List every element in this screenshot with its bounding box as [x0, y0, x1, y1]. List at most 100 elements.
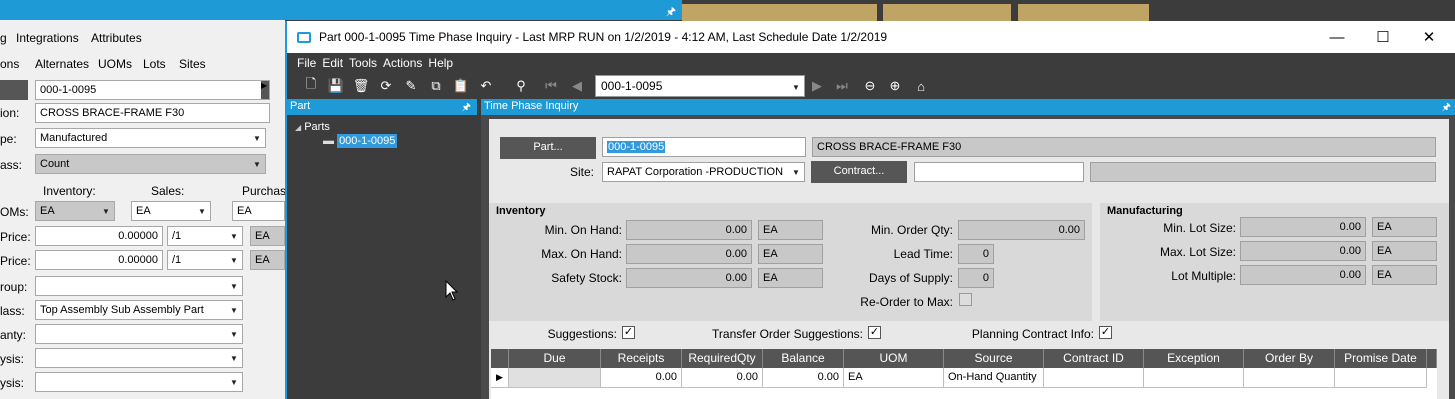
clear-icon[interactable]: ✎: [401, 76, 421, 96]
part-field[interactable]: 000-1-0095 ▶: [35, 80, 270, 100]
column-header[interactable]: Receipts: [601, 349, 682, 368]
class-select[interactable]: Count ▼: [35, 154, 266, 174]
contract-button[interactable]: Contract...: [811, 161, 907, 183]
table-cell[interactable]: 0.00: [682, 368, 763, 388]
first-record-icon[interactable]: ⏮: [541, 76, 561, 96]
copy-icon[interactable]: ⧉: [426, 76, 446, 96]
save-icon[interactable]: 💾: [326, 76, 346, 96]
column-header[interactable]: Due: [509, 349, 601, 368]
site-select[interactable]: RAPAT Corporation -PRODUCTION ▼: [602, 162, 805, 182]
menu-tools[interactable]: Tools: [349, 56, 377, 70]
expand-icon[interactable]: ◢: [295, 123, 301, 132]
back-icon[interactable]: ⊖: [860, 76, 880, 96]
chevron-down-icon[interactable]: ▼: [789, 78, 803, 96]
tab-lots[interactable]: Lots: [143, 57, 166, 71]
analysis-select[interactable]: ▼: [35, 348, 243, 368]
description-field[interactable]: CROSS BRACE-FRAME F30: [35, 103, 270, 123]
contract-input[interactable]: [914, 162, 1084, 182]
menu-help[interactable]: Help: [428, 56, 453, 70]
price-field-2[interactable]: 0.00000: [35, 250, 163, 270]
part-input[interactable]: 000-1-0095: [602, 137, 806, 157]
chevron-down-icon[interactable]: ▼: [250, 155, 264, 173]
column-header[interactable]: Balance: [763, 349, 844, 368]
chevron-down-icon[interactable]: ▼: [789, 163, 803, 181]
undo-icon[interactable]: ↶: [476, 76, 496, 96]
price-per-select-2[interactable]: /1 ▼: [167, 250, 243, 270]
inventory-uom-select[interactable]: EA ▼: [35, 201, 115, 221]
analysis-select-2[interactable]: ▼: [35, 372, 243, 392]
table-cell[interactable]: [1335, 368, 1427, 388]
row-selector-icon[interactable]: ▶: [491, 368, 509, 388]
background-tab[interactable]: [1018, 4, 1149, 22]
chevron-down-icon[interactable]: ▼: [227, 227, 241, 245]
table-cell[interactable]: [1244, 368, 1335, 388]
tab-partial[interactable]: g: [0, 31, 7, 45]
home-icon[interactable]: ⌂: [911, 76, 931, 96]
type-select[interactable]: Manufactured ▼: [35, 128, 266, 148]
chevron-down-icon[interactable]: ▼: [227, 251, 241, 269]
column-header[interactable]: Source: [944, 349, 1044, 368]
tab-uoms[interactable]: UOMs: [98, 57, 132, 71]
tab-partial-2[interactable]: ons: [0, 57, 19, 71]
search-icon[interactable]: ⚲: [511, 76, 531, 96]
pin-icon[interactable]: 🖈: [462, 100, 471, 117]
group-select[interactable]: ▼: [35, 276, 243, 296]
tree-item[interactable]: ▬ 000-1-0095: [323, 134, 469, 148]
planning-contract-checkbox[interactable]: ✓: [1099, 326, 1112, 339]
background-tab[interactable]: [883, 4, 1011, 22]
suggestions-checkbox[interactable]: ✓: [622, 326, 635, 339]
tab-alternates[interactable]: Alternates: [35, 57, 89, 71]
background-tab[interactable]: [682, 4, 877, 22]
tab-integrations[interactable]: Integrations: [16, 31, 79, 45]
chevron-down-icon[interactable]: ▼: [99, 202, 113, 220]
pin-icon[interactable]: 🖈: [666, 3, 676, 22]
close-button[interactable]: ✕: [1406, 21, 1452, 53]
sales-uom-select[interactable]: EA ▼: [131, 201, 211, 221]
part-button[interactable]: [0, 80, 28, 100]
chevron-down-icon[interactable]: ▼: [227, 325, 241, 343]
new-icon[interactable]: 🗋: [301, 76, 321, 96]
table-cell[interactable]: [509, 368, 601, 388]
chevron-down-icon[interactable]: ▼: [227, 373, 241, 391]
table-cell[interactable]: On-Hand Quantity: [944, 368, 1044, 388]
pin-icon[interactable]: 🖈: [1442, 100, 1451, 117]
table-cell[interactable]: [1144, 368, 1244, 388]
chevron-down-icon[interactable]: ▼: [250, 129, 264, 147]
toolbar-part-select[interactable]: 000-1-0095 ▼: [595, 75, 805, 97]
column-header[interactable]: Promise Date: [1335, 349, 1427, 368]
transfer-order-checkbox[interactable]: ✓: [868, 326, 881, 339]
chevron-down-icon[interactable]: ▼: [227, 349, 241, 367]
paste-icon[interactable]: 📋: [451, 76, 471, 96]
quantity-select[interactable]: ▼: [35, 324, 243, 344]
menu-edit[interactable]: Edit: [322, 56, 343, 70]
last-record-icon[interactable]: ⏭: [832, 76, 852, 96]
table-cell[interactable]: 0.00: [601, 368, 682, 388]
menu-file[interactable]: File: [297, 56, 316, 70]
chevron-down-icon[interactable]: ▼: [227, 301, 241, 319]
refresh-icon[interactable]: ⟳: [376, 76, 396, 96]
table-cell[interactable]: EA: [844, 368, 944, 388]
maximize-button[interactable]: ☐: [1360, 21, 1406, 53]
next-record-icon[interactable]: ▶: [807, 76, 827, 96]
table-cell[interactable]: [1044, 368, 1144, 388]
chevron-down-icon[interactable]: ▼: [227, 277, 241, 295]
tab-sites[interactable]: Sites: [179, 57, 206, 71]
play-icon[interactable]: ▶: [261, 81, 269, 99]
part-button[interactable]: Part...: [500, 137, 596, 159]
forward-icon[interactable]: ⊕: [885, 76, 905, 96]
table-cell[interactable]: 0.00: [763, 368, 844, 388]
column-header[interactable]: Order By: [1244, 349, 1335, 368]
purchasing-uom-select[interactable]: EA: [232, 201, 285, 221]
chevron-down-icon[interactable]: ▼: [195, 202, 209, 220]
previous-record-icon[interactable]: ◀: [567, 76, 587, 96]
reorder-to-max-checkbox[interactable]: [959, 293, 972, 306]
column-header[interactable]: RequiredQty: [682, 349, 763, 368]
delete-icon[interactable]: 🗑: [351, 76, 371, 96]
column-header[interactable]: UOM: [844, 349, 944, 368]
price-field[interactable]: 0.00000: [35, 226, 163, 246]
tree-root[interactable]: ◢ Parts: [295, 121, 469, 133]
minimize-button[interactable]: —: [1314, 21, 1360, 53]
column-header[interactable]: Exception: [1144, 349, 1244, 368]
class2-select[interactable]: Top Assembly Sub Assembly Part ▼: [35, 300, 243, 320]
price-per-select[interactable]: /1 ▼: [167, 226, 243, 246]
